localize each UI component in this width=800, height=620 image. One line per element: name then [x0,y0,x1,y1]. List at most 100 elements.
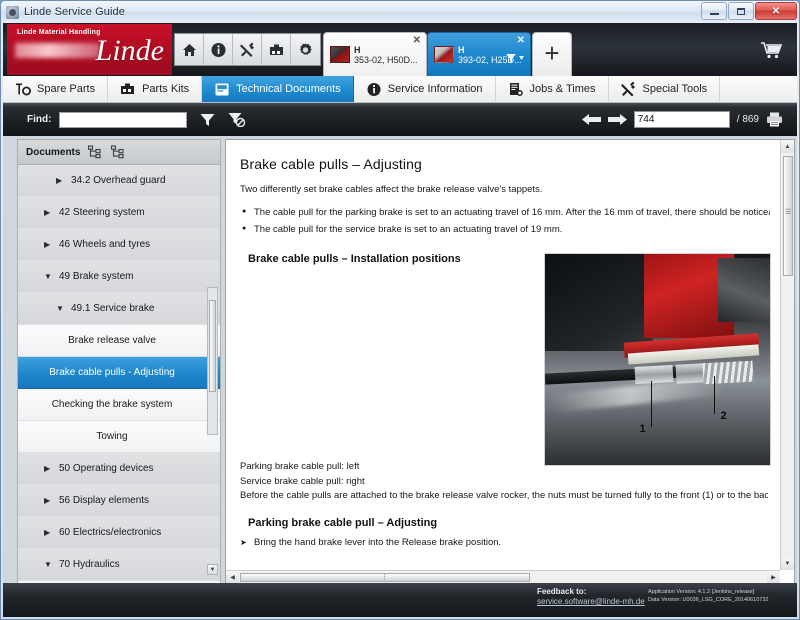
tree-item-1[interactable]: ▶ 42 Steering system [18,197,220,229]
scroll-down-icon[interactable]: ▼ [781,557,794,570]
tree-item-10[interactable]: ▶ 56 Display elements [18,485,220,517]
chevron-down-icon[interactable]: ▼ [44,272,53,281]
info-icon[interactable] [204,34,233,65]
filter-icon[interactable] [200,113,215,127]
parts-kits-icon [120,81,136,97]
tab-parts-kits[interactable]: Parts Kits [108,76,202,102]
collapse-tree-icon[interactable] [111,145,126,159]
search-input[interactable] [59,112,187,128]
tree-scroll-down-icon[interactable]: ▼ [207,564,218,575]
tree-item-4[interactable]: ▼ 49.1 Service brake [18,293,220,325]
add-tab-button[interactable]: + [532,32,572,76]
machine-tab-1[interactable]: H 353-02, H50D... ✕ [323,32,427,76]
maximize-button[interactable] [728,2,754,20]
figure-callout-2: 2 [721,410,727,422]
tree-item-9[interactable]: ▶ 50 Operating devices [18,453,220,485]
clear-filter-icon[interactable] [228,112,246,127]
arrow-left-icon[interactable] [582,113,601,126]
linde-logo: Linde Material Handling Linde [7,24,172,75]
tab-technical-documents-label: Technical Documents [236,83,341,95]
logo-tagline: Linde Material Handling [17,29,101,36]
chevron-right-icon[interactable]: ▶ [44,208,53,217]
arrow-right-icon[interactable] [608,113,627,126]
tree-item-2[interactable]: ▶ 46 Wheels and tyres [18,229,220,261]
version-block: Application Version: 4.1.2 [Jenkins_rele… [648,588,768,604]
machine-tab-1-title: H [354,45,361,55]
parts-kit-icon[interactable] [262,34,291,65]
machine-tab-filter-icon[interactable] [505,54,525,65]
feedback-label: Feedback to: [537,587,645,597]
tree-item-10-label: 56 Display elements [59,495,149,506]
chevron-right-icon[interactable]: ▶ [44,496,53,505]
tab-spare-parts[interactable]: Spare Parts [3,76,108,102]
document-intro: Two differently set brake cables affect … [240,183,770,197]
tree-item-5[interactable]: Brake release valve [18,325,220,357]
brand-header: Linde Material Handling Linde [3,23,797,76]
machine-tab-1-close-icon[interactable]: ✕ [413,36,421,46]
machine-tab-2-close-icon[interactable]: ✕ [517,36,525,46]
expand-tree-icon[interactable] [88,145,103,159]
documents-tree: ▶ 34.2 Overhead guard ▶ 42 Steering syst… [18,165,220,583]
scroll-up-icon[interactable]: ▲ [781,140,794,153]
tab-technical-documents[interactable]: Technical Documents [202,76,354,102]
documents-panel-header: Documents [18,140,220,165]
tree-item-11[interactable]: ▶ 60 Electrics/electronics [18,517,220,549]
settings-gear-icon[interactable] [291,34,320,65]
chevron-right-icon[interactable]: ▶ [44,528,53,537]
page-navigation: / 869 [582,111,783,128]
document-line: Service brake cable pull: right [240,475,768,490]
hscroll-grip: ⋮ [381,573,388,581]
viewer-vertical-scrollbar[interactable]: ▲ ☰ ▼ [780,140,794,570]
chevron-right-icon[interactable]: ▶ [44,240,53,249]
tab-service-information[interactable]: Service Information [354,76,496,102]
document-subheading-2: Parking brake cable pull – Adjusting [248,517,768,529]
viewer-vscroll-thumb[interactable] [783,156,793,276]
chevron-right-icon[interactable]: ▶ [56,176,65,185]
header-icon-toolbar [174,33,321,66]
vscroll-grip: ☰ [785,208,791,216]
document-step: Bring the hand brake lever into the Rele… [240,536,768,550]
status-footer: Feedback to: service.software@linde-mh.d… [3,583,797,617]
tree-item-0-label: 34.2 Overhead guard [71,175,166,186]
tree-item-2-label: 46 Wheels and tyres [59,239,150,250]
feedback-email-link[interactable]: service.software@linde-mh.de [537,597,645,607]
tree-item-3[interactable]: ▼ 49 Brake system [18,261,220,293]
forklift-thumb-icon [330,46,350,63]
tools-icon[interactable] [233,34,262,65]
tree-item-6[interactable]: Brake cable pulls - Adjusting [18,357,220,389]
tab-jobs-and-times[interactable]: Jobs & Times [496,76,609,102]
jobs-and-times-icon [508,81,524,97]
chevron-down-icon[interactable]: ▼ [44,560,53,569]
machine-tab-2-title: H [458,45,465,55]
bullet-item: The cable pull for the parking brake is … [240,206,770,220]
page-title: Brake cable pulls – Adjusting [240,156,770,172]
module-tab-strip: Spare Parts Parts Kits Technical Documen… [3,76,797,103]
chevron-down-icon[interactable]: ▼ [56,304,65,313]
tree-item-12[interactable]: ▼ 70 Hydraulics [18,549,220,581]
tree-scrollbar[interactable] [207,287,218,435]
scroll-right-icon[interactable]: ▶ [767,571,780,583]
viewer-horizontal-scrollbar[interactable]: ◀ ⋮ ▶ [226,570,780,583]
tree-item-5-label: Brake release valve [18,335,220,346]
tree-item-0[interactable]: ▶ 34.2 Overhead guard [18,165,220,197]
feedback-block: Feedback to: service.software@linde-mh.d… [537,587,645,607]
shopping-cart-icon[interactable] [757,37,787,63]
home-icon[interactable] [175,34,204,65]
machine-tab-2[interactable]: H 393-02, H25D... ✕ [427,32,531,76]
technical-documents-icon [214,81,230,97]
forklift-thumb-icon [434,46,454,63]
document-page: Brake cable pulls – Adjusting Two differ… [226,140,780,570]
printer-icon[interactable] [766,112,783,127]
chevron-right-icon[interactable]: ▶ [44,464,53,473]
scroll-left-icon[interactable]: ◀ [226,571,239,583]
minimize-button[interactable] [701,2,727,20]
tab-special-tools-label: Special Tools [643,83,708,95]
documents-panel-title: Documents [26,147,80,158]
tree-item-8[interactable]: Towing [18,421,220,453]
tab-service-information-label: Service Information [388,83,483,95]
tree-item-7[interactable]: Checking the brake system [18,389,220,421]
tab-special-tools[interactable]: Special Tools [609,76,721,102]
tree-scrollbar-thumb[interactable] [209,300,216,392]
page-number-input[interactable] [634,111,730,128]
close-button[interactable]: ✕ [755,2,797,20]
